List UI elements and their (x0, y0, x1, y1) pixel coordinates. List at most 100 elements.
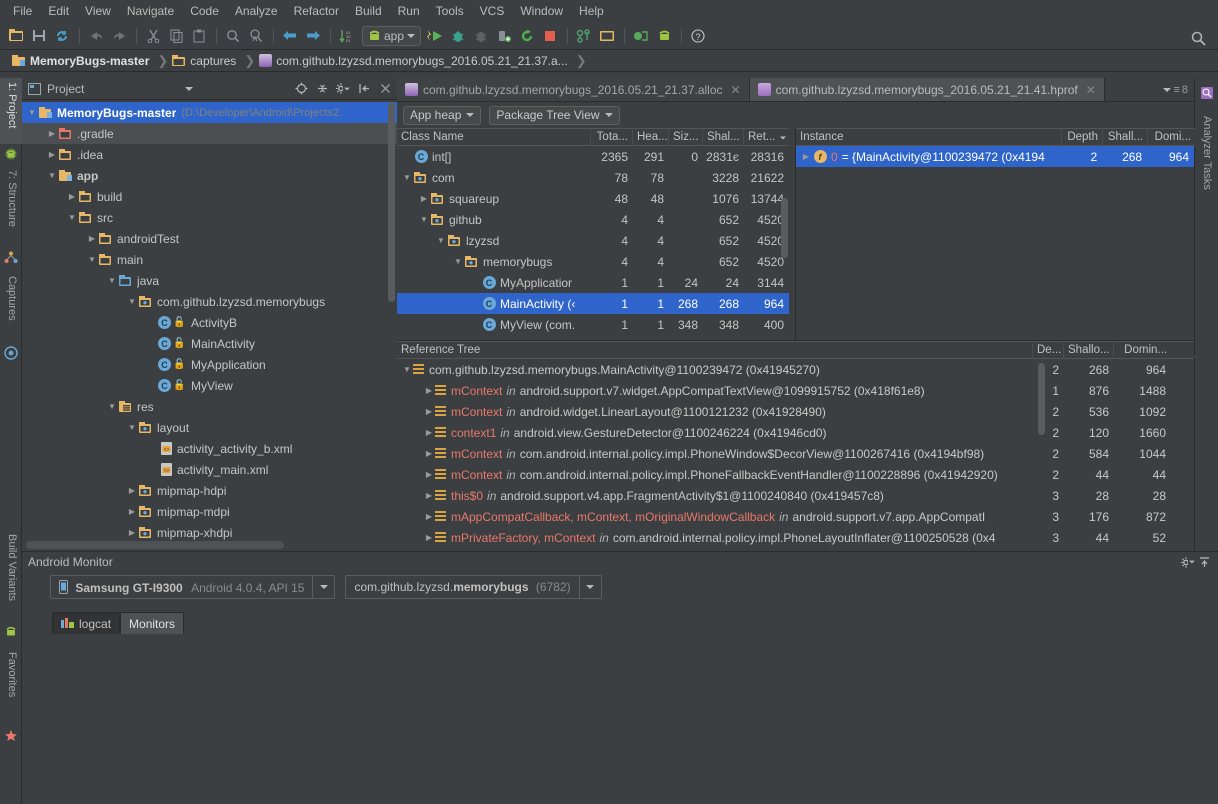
chevron-right-icon[interactable]: ▶ (46, 129, 58, 138)
menu-item-view[interactable]: View (78, 1, 118, 21)
project-tree-item[interactable]: C 🔓 MyApplication (22, 354, 397, 375)
chevron-down-icon[interactable]: ▼ (418, 215, 430, 224)
column-shallow[interactable]: Shallo... (1064, 341, 1114, 359)
instance-row[interactable]: ▶ f 0 = {MainActivity@1100239472 (0x4194 2 26… (796, 146, 1194, 167)
reference-tree-row[interactable]: ▶ mAppCompatCallback, mContext, mOriginal… (397, 506, 1194, 527)
column-dominating[interactable]: Domi... (1148, 128, 1195, 146)
menu-item-vcs[interactable]: VCS (473, 1, 512, 21)
chevron-right-icon[interactable]: ▶ (126, 528, 138, 537)
class-table-row[interactable]: C MyView (com. 1 1 348 348 400 (397, 314, 789, 335)
reference-tree-row[interactable]: ▼ com.github.lzyzsd.memorybugs.MainActivi… (397, 359, 1194, 380)
hide-panel-icon[interactable] (1196, 554, 1212, 570)
column-dominating[interactable]: Domin... (1114, 341, 1171, 359)
class-table-row[interactable]: C MainActivity (‹ 1 1 268 268 964 (397, 293, 789, 314)
close-icon[interactable] (377, 81, 393, 97)
chevron-right-icon[interactable]: ▶ (86, 234, 98, 243)
project-tree-item[interactable]: ▶ .idea (22, 144, 397, 165)
project-tree-item[interactable]: ▼ MemoryBugs-master (D:\Developer\Android\… (22, 102, 397, 123)
project-tree-item[interactable]: ▶ androidTest (22, 228, 397, 249)
project-tree-item[interactable]: ▶ mipmap-hdpi (22, 480, 397, 501)
class-table-row[interactable]: ▼ memorybugs 4 4 652 4520 (397, 251, 789, 272)
reference-tree-row[interactable]: ▶ mContext in com.android.internal.policy.i… (397, 464, 1194, 485)
class-table-row[interactable]: Cint[] 2365 291 0 2831є 28316 (397, 146, 789, 167)
chevron-right-icon[interactable]: ▶ (423, 386, 435, 395)
editor-tab-alloc[interactable]: com.github.lzyzsd.memorybugs_2016.05.21_… (397, 78, 750, 101)
sync-icon[interactable] (51, 25, 73, 47)
class-table-row[interactable]: C MyApplicatior 1 1 24 24 3144 (397, 272, 789, 293)
chevron-right-icon[interactable]: ▶ (423, 470, 435, 479)
help-icon[interactable]: ? (687, 25, 709, 47)
column-sizeof[interactable]: Siz... (669, 128, 703, 146)
reference-tree-row[interactable]: ▶ context1 in android.view.GestureDetector@… (397, 422, 1194, 443)
copy-icon[interactable] (165, 25, 187, 47)
menu-item-refactor[interactable]: Refactor (287, 1, 346, 21)
project-tree-item[interactable]: ▶ mipmap-xhdpi (22, 522, 397, 543)
find-in-path-icon[interactable] (245, 25, 267, 47)
tab-monitors[interactable]: Monitors (120, 612, 185, 634)
project-tree-item[interactable]: C 🔓 MainActivity (22, 333, 397, 354)
menu-item-build[interactable]: Build (348, 1, 389, 21)
class-table-row[interactable]: ▶ squareup 48 48 1076 13744 (397, 188, 789, 209)
chevron-right-icon[interactable]: ▶ (66, 192, 78, 201)
project-tree-item[interactable]: ▼ src (22, 207, 397, 228)
chevron-right-icon[interactable]: ▶ (423, 428, 435, 437)
sidebar-item-analyzer-tasks[interactable]: Analyzer Tasks (1194, 112, 1218, 194)
menu-item-analyze[interactable]: Analyze (228, 1, 285, 21)
menu-item-help[interactable]: Help (572, 1, 611, 21)
chevron-down-icon[interactable]: ▼ (46, 171, 58, 180)
stop-icon[interactable] (539, 25, 561, 47)
reference-tree-row[interactable]: ▶ mContext in android.support.v7.widget.App… (397, 380, 1194, 401)
save-all-icon[interactable] (28, 25, 50, 47)
chevron-right-icon[interactable]: ▶ (126, 486, 138, 495)
menu-item-code[interactable]: Code (183, 1, 226, 21)
chevron-right-icon[interactable]: ▶ (423, 512, 435, 521)
back-icon[interactable] (279, 25, 301, 47)
find-icon[interactable] (222, 25, 244, 47)
search-everywhere-icon[interactable] (1187, 27, 1209, 49)
menu-item-run[interactable]: Run (391, 1, 427, 21)
hide-panel-icon[interactable] (356, 81, 372, 97)
cut-icon[interactable] (142, 25, 164, 47)
chevron-down-icon[interactable]: ▼ (106, 276, 118, 285)
project-tree-item[interactable]: ▶ .gradle (22, 123, 397, 144)
sidebar-item-structure[interactable]: 7: Structure (0, 166, 22, 248)
chevron-right-icon[interactable]: ▶ (423, 407, 435, 416)
editor-tab-hprof[interactable]: com.github.lzyzsd.memorybugs_2016.05.21_… (749, 78, 1105, 101)
reference-tree-row[interactable]: ▶ mContext in com.android.internal.policy.i… (397, 443, 1194, 464)
undo-icon[interactable] (85, 25, 107, 47)
project-tree-hscrollbar[interactable] (26, 541, 284, 549)
column-reference-tree[interactable]: Reference Tree (397, 341, 1033, 359)
settings-gear-icon[interactable] (335, 81, 351, 97)
chevron-right-icon[interactable]: ▶ (126, 507, 138, 516)
sort-lines-icon[interactable]: 01 10 01 (336, 25, 358, 47)
sidebar-item-captures[interactable]: Captures (0, 272, 22, 344)
chevron-down-icon[interactable]: ▼ (401, 365, 413, 374)
instance-table-body[interactable]: ▶ f 0 = {MainActivity@1100239472 (0x4194 2 26… (796, 146, 1194, 167)
project-tree-item[interactable]: ▼ main (22, 249, 397, 270)
android-device-icon[interactable] (653, 25, 675, 47)
chevron-down-icon[interactable]: ▼ (126, 297, 138, 306)
chevron-down-icon[interactable]: ▼ (435, 236, 447, 245)
project-tree-item[interactable]: ▼ res (22, 396, 397, 417)
chevron-down-icon[interactable]: ▼ (26, 108, 38, 117)
sidebar-item-project[interactable]: 1: Project (0, 78, 22, 144)
breadcrumb-item-project[interactable]: MemoryBugs-master (10, 54, 155, 68)
reference-tree-body[interactable]: ▼ com.github.lzyzsd.memorybugs.MainActivi… (397, 359, 1194, 548)
attach-debugger-icon[interactable] (493, 25, 515, 47)
reference-tree-row[interactable]: ▶ this$0 in android.support.v4.app.Fragment… (397, 485, 1194, 506)
open-folder-icon[interactable] (5, 25, 27, 47)
reference-tree-row[interactable]: ▶ mContext in android.widget.LinearLayout@1… (397, 401, 1194, 422)
column-total-count[interactable]: Tota... (591, 128, 633, 146)
rerun-icon[interactable] (516, 25, 538, 47)
project-tree-item[interactable]: <> activity_activity_b.xml (22, 438, 397, 459)
class-table-row[interactable]: ▼ github 4 4 652 4520 (397, 209, 789, 230)
project-tree-item[interactable]: C 🔓 MyView (22, 375, 397, 396)
chevron-down-icon[interactable] (181, 81, 197, 97)
project-tree-item[interactable]: ▼ layout (22, 417, 397, 438)
column-class-name[interactable]: Class Name (397, 128, 591, 146)
project-tree-item[interactable]: C 🔓 ActivityB (22, 312, 397, 333)
project-tree-item[interactable]: ▼ java (22, 270, 397, 291)
device-monitor-icon[interactable] (630, 25, 652, 47)
project-tree-item[interactable]: ▼ com.github.lzyzsd.memorybugs (22, 291, 397, 312)
process-selector[interactable]: com.github.lzyzsd.memorybugs (6782) (345, 575, 602, 599)
